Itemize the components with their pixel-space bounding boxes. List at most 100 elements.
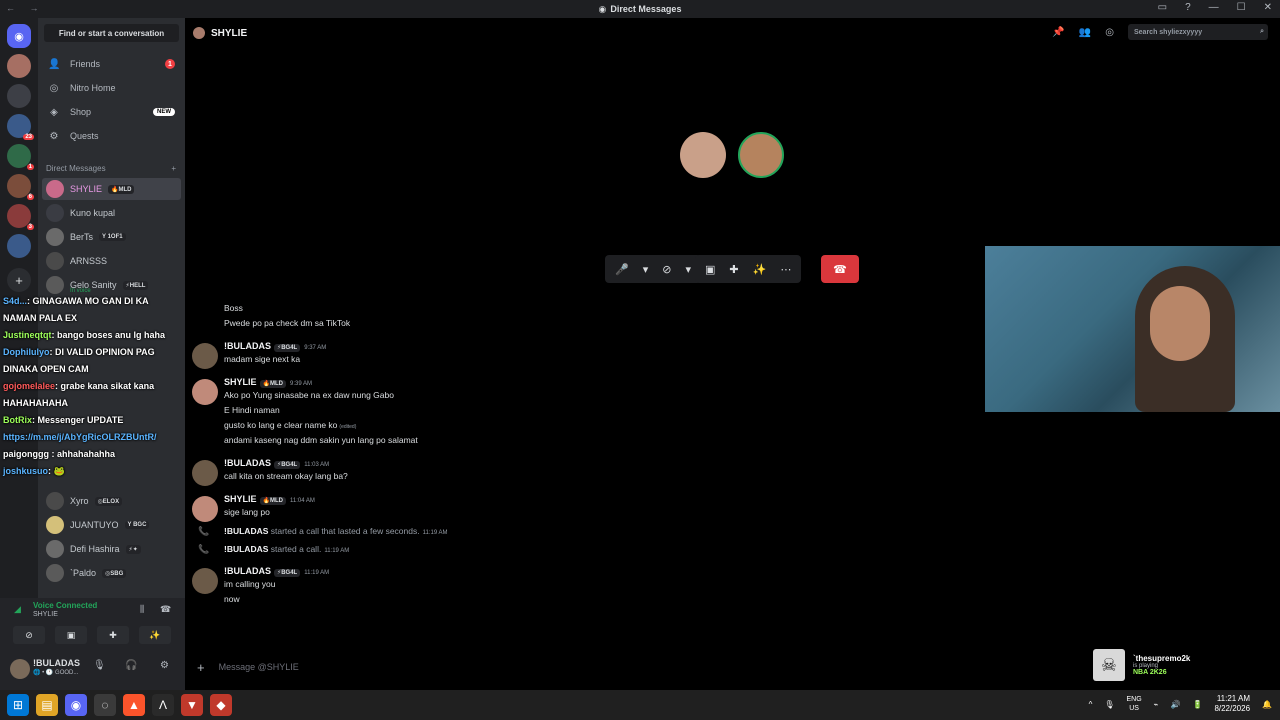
dm-tag: Y BGC: [124, 521, 150, 529]
chrome-icon[interactable]: ◌: [94, 694, 116, 716]
activity-button[interactable]: ✚: [97, 626, 129, 644]
message-author[interactable]: !BULADAS ⚡BG4L 11:19 AM: [224, 566, 329, 577]
server-icon[interactable]: ◉: [7, 24, 31, 48]
message-author[interactable]: SHYLIE 🔥MLD 9:39 AM: [224, 377, 312, 388]
dm-item[interactable]: ARNSSS: [42, 250, 181, 272]
tray-overflow-icon[interactable]: ^: [1089, 700, 1093, 709]
network-icon[interactable]: ⌁: [1154, 700, 1159, 709]
screen-share-button[interactable]: ▣: [55, 626, 87, 644]
server-icon[interactable]: [7, 84, 31, 108]
help-icon[interactable]: ?: [1185, 2, 1191, 13]
file-explorer-icon[interactable]: ▤: [36, 694, 58, 716]
nav-label: Nitro Home: [70, 83, 116, 93]
chat-text[interactable]: https://m.me/j/AbYgRicOLRZBUntR/: [3, 432, 157, 442]
minimize-button[interactable]: —: [1209, 2, 1219, 13]
mic-icon[interactable]: 🎤: [615, 263, 629, 276]
message-author[interactable]: SHYLIE 🔥MLD 11:04 AM: [224, 494, 315, 505]
skull-icon: ☠: [1093, 649, 1125, 681]
participant-avatar[interactable]: [680, 132, 726, 178]
nav-nitro-home[interactable]: ◎ Nitro Home: [42, 78, 181, 98]
dm-name: Kuno kupal: [70, 208, 116, 218]
nav-quests[interactable]: ⚙ Quests: [42, 126, 181, 146]
dm-item[interactable]: JUANTUYO Y BGC: [42, 514, 181, 536]
server-icon[interactable]: 3: [7, 204, 34, 230]
dm-item[interactable]: Xyro ◎ELOX: [42, 490, 181, 512]
find-conversation-button[interactable]: Find or start a conversation: [44, 24, 179, 42]
dm-item[interactable]: `Paldo ◎SBG: [42, 562, 181, 584]
soundboard-button[interactable]: ✨: [139, 626, 171, 644]
camera-off-icon[interactable]: ⊘: [662, 263, 671, 276]
nav-shop[interactable]: ◈ Shop NEW: [42, 102, 181, 122]
noise-icon[interactable]: ⫼: [140, 604, 144, 615]
server-icon[interactable]: 1: [7, 144, 34, 170]
close-button[interactable]: ✕: [1264, 2, 1272, 13]
inbox-icon[interactable]: ▭: [1158, 2, 1167, 13]
add-server-icon[interactable]: +: [7, 268, 31, 292]
message-author[interactable]: !BULADAS ⚡BG4L 9:37 AM: [224, 341, 326, 352]
avatar[interactable]: [192, 460, 218, 486]
dm-item[interactable]: Gelo Sanity ⚡HELL In voice: [42, 274, 181, 296]
notification-icon[interactable]: 🔔: [1262, 700, 1272, 709]
chevron-down-icon[interactable]: ▾: [643, 263, 649, 276]
pin-icon[interactable]: 📌: [1052, 27, 1064, 38]
obs-icon[interactable]: Λ: [152, 694, 174, 716]
app-icon[interactable]: ◆: [210, 694, 232, 716]
dm-item[interactable]: SHYLIE 🔥MLD: [42, 178, 181, 200]
server-icon[interactable]: 6: [7, 174, 34, 200]
add-friends-icon[interactable]: 👥: [1079, 27, 1091, 38]
message-input[interactable]: Message @SHYLIE: [219, 662, 299, 672]
message-author[interactable]: !BULADAS ⚡BG4L 11:03 AM: [224, 458, 329, 469]
soundboard-icon[interactable]: ✨: [753, 263, 767, 276]
headphones-icon[interactable]: 🎧: [125, 660, 137, 671]
volume-icon[interactable]: 🔊: [1171, 700, 1181, 709]
add-attachment-icon[interactable]: +: [197, 660, 205, 675]
brave-icon[interactable]: ▲: [123, 694, 145, 716]
mic-icon[interactable]: 🎙: [93, 660, 106, 671]
discord-icon[interactable]: ◉: [65, 694, 87, 716]
clock[interactable]: 11:21 AM 8/22/2026: [1214, 694, 1250, 714]
screen-share-icon[interactable]: ▣: [705, 263, 715, 276]
avatar[interactable]: [10, 659, 30, 679]
server-icon[interactable]: [7, 234, 31, 258]
server-icon[interactable]: [7, 54, 31, 78]
participant-avatar[interactable]: [738, 132, 784, 178]
dm-item[interactable]: Kuno kupal: [42, 202, 181, 224]
dm-header: SHYLIE 📌 👥 ◎ Search shyliezxyyyy ⌕: [185, 18, 1280, 48]
dm-item[interactable]: Defi Hashira ⚡✦: [42, 538, 181, 560]
quests-icon: ⚙: [49, 130, 59, 142]
avatar: [46, 516, 64, 534]
message-text: sige lang po: [224, 507, 270, 517]
language-indicator[interactable]: ENG US: [1127, 695, 1142, 713]
disconnect-icon[interactable]: ☎: [160, 604, 171, 615]
dm-item[interactable]: BerTs Y 1OF1: [42, 226, 181, 248]
avatar[interactable]: [192, 379, 218, 405]
activity-icon[interactable]: ✚: [729, 263, 738, 276]
server-icon[interactable]: 23: [7, 114, 34, 140]
start-button[interactable]: ⊞: [7, 694, 29, 716]
message-time: 11:04 AM: [289, 498, 315, 504]
app-icon[interactable]: ▼: [181, 694, 203, 716]
video-button[interactable]: ⊘: [13, 626, 45, 644]
dm-name: JUANTUYO: [70, 520, 119, 530]
chevron-down-icon[interactable]: ▾: [685, 263, 691, 276]
hangup-button[interactable]: ☎: [821, 255, 859, 283]
profile-icon[interactable]: ◎: [1105, 27, 1114, 38]
nav-arrows[interactable]: ← →: [6, 3, 45, 13]
avatar[interactable]: [192, 568, 218, 594]
avatar[interactable]: [192, 496, 218, 522]
settings-icon[interactable]: ⚙: [160, 660, 169, 671]
dm-name: `Paldo: [70, 568, 97, 578]
more-icon[interactable]: ⋯: [780, 263, 791, 276]
message-text: gusto ko lang e clear name ko (edited): [224, 420, 357, 430]
message-composer[interactable]: + Message @SHYLIE: [191, 655, 981, 679]
avatar: [46, 204, 64, 222]
search-input[interactable]: Search shyliezxyyyy ⌕: [1128, 24, 1268, 40]
maximize-button[interactable]: ☐: [1237, 2, 1246, 13]
call-system-message: !BULADAS started a call. 11:19 AM: [224, 544, 350, 554]
mic-icon[interactable]: 🎙: [1104, 700, 1114, 709]
voice-channel[interactable]: SHYLIE: [33, 611, 58, 618]
add-dm-icon[interactable]: +: [171, 164, 176, 173]
avatar[interactable]: [192, 343, 218, 369]
battery-icon[interactable]: 🔋: [1192, 700, 1202, 709]
nav-friends[interactable]: 👤 Friends 1: [42, 54, 181, 74]
